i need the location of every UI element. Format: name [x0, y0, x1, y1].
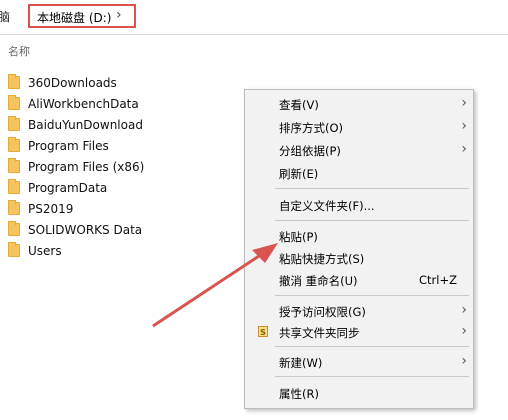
- file-name: Program Files: [28, 138, 109, 153]
- folder-icon: [8, 74, 20, 89]
- menu-item-undo-rename[interactable]: 撤消 重命名(U) Ctrl+Z: [245, 270, 475, 290]
- menu-item-label: 新建(W): [279, 356, 323, 370]
- menu-item-label: 自定义文件夹(F)...: [279, 199, 375, 213]
- list-item[interactable]: BaiduYunDownload: [8, 114, 144, 135]
- menu-separator: [275, 376, 469, 377]
- folder-icon: [8, 200, 20, 215]
- sync-app-icon: S: [258, 326, 268, 337]
- menu-item-new[interactable]: 新建(W) ›: [245, 352, 475, 372]
- menu-item-label: 撤消 重命名(U): [279, 274, 358, 288]
- menu-item-sort-by[interactable]: 排序方式(O) ›: [245, 117, 475, 137]
- menu-item-paste-shortcut[interactable]: 粘贴快捷方式(S): [245, 248, 475, 268]
- menu-item-paste[interactable]: 粘贴(P): [245, 226, 475, 246]
- folder-icon: [8, 221, 20, 236]
- chevron-right-icon: ›: [461, 353, 467, 369]
- menu-separator: [275, 220, 469, 221]
- list-item[interactable]: 360Downloads: [8, 72, 144, 93]
- column-header-name[interactable]: 名称: [8, 43, 30, 59]
- menu-item-customize-folder[interactable]: 自定义文件夹(F)...: [245, 195, 475, 215]
- address-path-label[interactable]: 本地磁盘 (D:): [37, 9, 111, 26]
- menu-separator: [275, 295, 469, 296]
- folder-icon: [8, 179, 20, 194]
- file-name: BaiduYunDownload: [28, 117, 143, 132]
- menu-item-label: 粘贴快捷方式(S): [279, 252, 365, 266]
- address-left-fragment: 脑: [0, 10, 11, 24]
- file-name: ProgramData: [28, 180, 108, 195]
- menu-separator: [275, 188, 469, 189]
- address-bar[interactable]: 脑 本地磁盘 (D:) ›: [0, 0, 508, 35]
- chevron-right-icon: ›: [461, 95, 467, 111]
- file-name: 360Downloads: [28, 75, 117, 90]
- folder-icon: [8, 116, 20, 131]
- chevron-right-icon: ›: [461, 302, 467, 318]
- menu-item-label: 共享文件夹同步: [279, 326, 360, 340]
- file-name: Program Files (x86): [28, 159, 145, 174]
- menu-item-label: 粘贴(P): [279, 230, 318, 244]
- menu-item-view[interactable]: 查看(V) ›: [245, 94, 475, 114]
- chevron-right-icon: ›: [461, 141, 467, 157]
- chevron-right-icon[interactable]: ›: [116, 7, 122, 23]
- list-item[interactable]: SOLIDWORKS Data: [8, 219, 144, 240]
- list-item[interactable]: AliWorkbenchData: [8, 93, 144, 114]
- list-item[interactable]: Program Files (x86): [8, 156, 144, 177]
- menu-item-label: 分组依据(P): [279, 144, 341, 158]
- folder-icon: [8, 158, 20, 173]
- menu-item-label: 查看(V): [279, 98, 319, 112]
- file-name: Users: [28, 243, 62, 258]
- chevron-right-icon: ›: [461, 323, 467, 339]
- file-name: PS2019: [28, 201, 74, 216]
- file-name: SOLIDWORKS Data: [28, 222, 143, 237]
- menu-separator: [275, 346, 469, 347]
- folder-icon: [8, 137, 20, 152]
- menu-item-label: 属性(R): [279, 387, 319, 401]
- menu-item-properties[interactable]: 属性(R): [245, 383, 475, 403]
- menu-item-label: 刷新(E): [279, 167, 319, 181]
- menu-item-shared-folder-sync[interactable]: S 共享文件夹同步 ›: [245, 322, 475, 342]
- list-item[interactable]: Program Files: [8, 135, 144, 156]
- file-name: AliWorkbenchData: [28, 96, 139, 111]
- folder-icon: [8, 242, 20, 257]
- context-menu: 查看(V) › 排序方式(O) › 分组依据(P) › 刷新(E) 自定义文件夹…: [244, 89, 474, 409]
- menu-item-refresh[interactable]: 刷新(E): [245, 163, 475, 183]
- chevron-right-icon: ›: [461, 118, 467, 134]
- list-item[interactable]: ProgramData: [8, 177, 144, 198]
- menu-item-group-by[interactable]: 分组依据(P) ›: [245, 140, 475, 160]
- menu-item-give-access[interactable]: 授予访问权限(G) ›: [245, 301, 475, 321]
- menu-item-label: 授予访问权限(G): [279, 305, 366, 319]
- menu-item-label: 排序方式(O): [279, 121, 344, 135]
- list-item[interactable]: PS2019: [8, 198, 144, 219]
- list-item[interactable]: Users: [8, 240, 144, 261]
- menu-item-shortcut: Ctrl+Z: [419, 273, 457, 287]
- file-list: 360Downloads AliWorkbenchData BaiduYunDo…: [8, 72, 144, 261]
- folder-icon: [8, 95, 20, 110]
